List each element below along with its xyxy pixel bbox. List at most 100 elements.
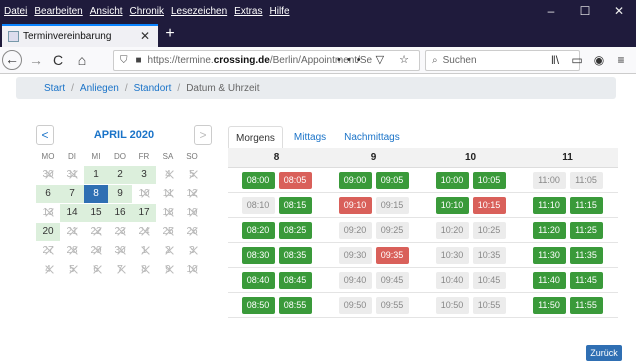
breadcrumb-current: Datum & Uhrzeit — [186, 82, 260, 94]
time-slot-available[interactable]: 08:40 — [241, 271, 275, 289]
menu-item-hilfe[interactable]: Hilfe — [270, 6, 290, 17]
time-slot-unavailable: 09:45 — [375, 271, 409, 289]
calendar-day-available[interactable]: 20 — [36, 223, 60, 241]
calendar-day-unavailable: 5 — [60, 261, 84, 279]
menu-item-chronik[interactable]: Chronik — [130, 6, 164, 17]
hour-column: 08:10 08:15 — [228, 196, 325, 214]
tab-nachmittags[interactable]: Nachmittags — [337, 126, 407, 150]
next-month-button[interactable]: > — [194, 125, 212, 145]
time-slot-unavailable: 10:50 — [435, 296, 469, 314]
time-slot-available[interactable]: 09:00 — [338, 171, 372, 189]
calendar-day-unavailable: 11 — [156, 185, 180, 203]
tab-mittags[interactable]: Mittags — [287, 126, 333, 150]
library-icon[interactable]: ‖\ — [544, 50, 566, 70]
time-slot-available[interactable]: 09:05 — [375, 171, 409, 189]
tab-title: Terminvereinbarung — [23, 31, 112, 42]
menu-item-bearbeiten[interactable]: Bearbeiten — [34, 6, 82, 17]
menu-item-datei[interactable]: Datei — [4, 6, 27, 17]
time-slot-available[interactable]: 11:25 — [569, 221, 603, 239]
menu-item-extras[interactable]: Extras — [234, 6, 262, 17]
time-slot-available[interactable]: 11:10 — [532, 196, 566, 214]
calendar-day-unavailable: 31 — [60, 166, 84, 184]
page-actions-icon[interactable]: ••• ▽ ☆ — [337, 51, 415, 70]
previous-month-button[interactable]: < — [36, 125, 54, 145]
time-slot-available[interactable]: 10:10 — [435, 196, 469, 214]
weekday-label: SA — [162, 152, 174, 161]
account-icon[interactable]: ◉ — [588, 50, 610, 70]
time-slot-available[interactable]: 11:30 — [532, 246, 566, 264]
time-slot-available[interactable]: 10:00 — [435, 171, 469, 189]
weekday-label: MO — [41, 152, 55, 161]
window-controls: – ☐ ✕ — [534, 0, 636, 22]
calendar-day-selected[interactable]: 8 — [84, 185, 108, 203]
url-bar[interactable]: ⛉ ■ https://termine. crossing.de/Berlin/A… — [113, 50, 420, 71]
calendar-day-available[interactable]: 3 — [132, 166, 156, 184]
calendar-day-available[interactable]: 14 — [60, 204, 84, 222]
maximize-button[interactable]: ☐ — [568, 0, 602, 22]
time-slot-available[interactable]: 11:40 — [532, 271, 566, 289]
time-slot-available[interactable]: 11:15 — [569, 196, 603, 214]
new-tab-button[interactable]: + — [160, 24, 180, 44]
calendar-day-unavailable: 19 — [180, 204, 204, 222]
calendar-day-available[interactable]: 2 — [108, 166, 132, 184]
calendar-day-unavailable: 12 — [180, 185, 204, 203]
calendar-day-available[interactable]: 7 — [60, 185, 84, 203]
forward-arrow-icon[interactable]: → — [26, 50, 46, 70]
menu-item-lesezeichen[interactable]: Lesezeichen — [171, 6, 227, 17]
time-slot-available[interactable]: 11:35 — [569, 246, 603, 264]
time-slot-available[interactable]: 11:55 — [569, 296, 603, 314]
time-slot-available[interactable]: 08:35 — [278, 246, 312, 264]
back-arrow-icon[interactable]: ← — [2, 50, 22, 70]
time-slot-available[interactable]: 08:20 — [241, 221, 275, 239]
time-slot-unavailable: 09:40 — [338, 271, 372, 289]
time-slot-available[interactable]: 11:45 — [569, 271, 603, 289]
hour-column: 10:50 10:55 — [422, 296, 519, 314]
calendar-day-unavailable: 10 — [132, 185, 156, 203]
calendar-day-available[interactable]: 1 — [84, 166, 108, 184]
calendar-day-unavailable: 22 — [84, 223, 108, 241]
calendar-day-unavailable: 6 — [84, 261, 108, 279]
time-slot-available[interactable]: 08:15 — [278, 196, 312, 214]
time-slot-available[interactable]: 10:05 — [472, 171, 506, 189]
calendar-grid: 30 31 1 2 3 4 5 6 7 8 9 10 11 12 13 14 15 16 17 18 19 20 21 22 2… — [36, 166, 212, 279]
breadcrumb-anliegen[interactable]: Anliegen — [80, 83, 119, 94]
close-tab-icon[interactable]: ✕ — [140, 29, 150, 43]
home-icon[interactable]: ⌂ — [72, 50, 92, 70]
calendar-day-unavailable: 7 — [108, 261, 132, 279]
sidebar-icon[interactable]: ▭ — [566, 50, 588, 70]
calendar-day-unavailable: 4 — [156, 166, 180, 184]
minimize-button[interactable]: – — [534, 0, 568, 22]
calendar-day-unavailable: 30 — [108, 242, 132, 260]
time-slot-available[interactable]: 08:30 — [241, 246, 275, 264]
time-slot-available[interactable]: 08:45 — [278, 271, 312, 289]
time-slot-available[interactable]: 08:00 — [241, 171, 275, 189]
time-slot-available[interactable]: 11:20 — [532, 221, 566, 239]
hour-column: 08:20 08:25 — [228, 221, 325, 239]
hour-column: 09:50 09:55 — [325, 296, 422, 314]
time-slot-available[interactable]: 08:50 — [241, 296, 275, 314]
weekday-label: MI — [91, 152, 101, 161]
calendar-day-available[interactable]: 15 — [84, 204, 108, 222]
time-slot-available[interactable]: 11:50 — [532, 296, 566, 314]
time-slot-available[interactable]: 08:55 — [278, 296, 312, 314]
hour-column: 08:50 08:55 — [228, 296, 325, 314]
weekday-label: DO — [114, 152, 126, 161]
calendar-day-available[interactable]: 6 — [36, 185, 60, 203]
search-placeholder: Suchen — [442, 55, 477, 66]
calendar-day-unavailable: 21 — [60, 223, 84, 241]
breadcrumb-separator: / — [177, 82, 181, 94]
tab-terminvereinbarung[interactable]: Terminvereinbarung ✕ — [2, 24, 158, 47]
breadcrumb-start[interactable]: Start — [44, 83, 65, 94]
calendar-day-available[interactable]: 9 — [108, 185, 132, 203]
breadcrumb-standort[interactable]: Standort — [134, 83, 172, 94]
reload-icon[interactable]: C — [48, 50, 68, 70]
calendar-day-available[interactable]: 17 — [132, 204, 156, 222]
hamburger-menu-icon[interactable]: ≡ — [610, 50, 632, 70]
back-button[interactable]: Zurück — [586, 345, 622, 361]
weekday-label: FR — [138, 152, 150, 161]
hour-header: 11 — [562, 152, 573, 163]
menu-item-ansicht[interactable]: Ansicht — [90, 6, 123, 17]
close-window-button[interactable]: ✕ — [602, 0, 636, 22]
time-slot-available[interactable]: 08:25 — [278, 221, 312, 239]
calendar-day-available[interactable]: 16 — [108, 204, 132, 222]
